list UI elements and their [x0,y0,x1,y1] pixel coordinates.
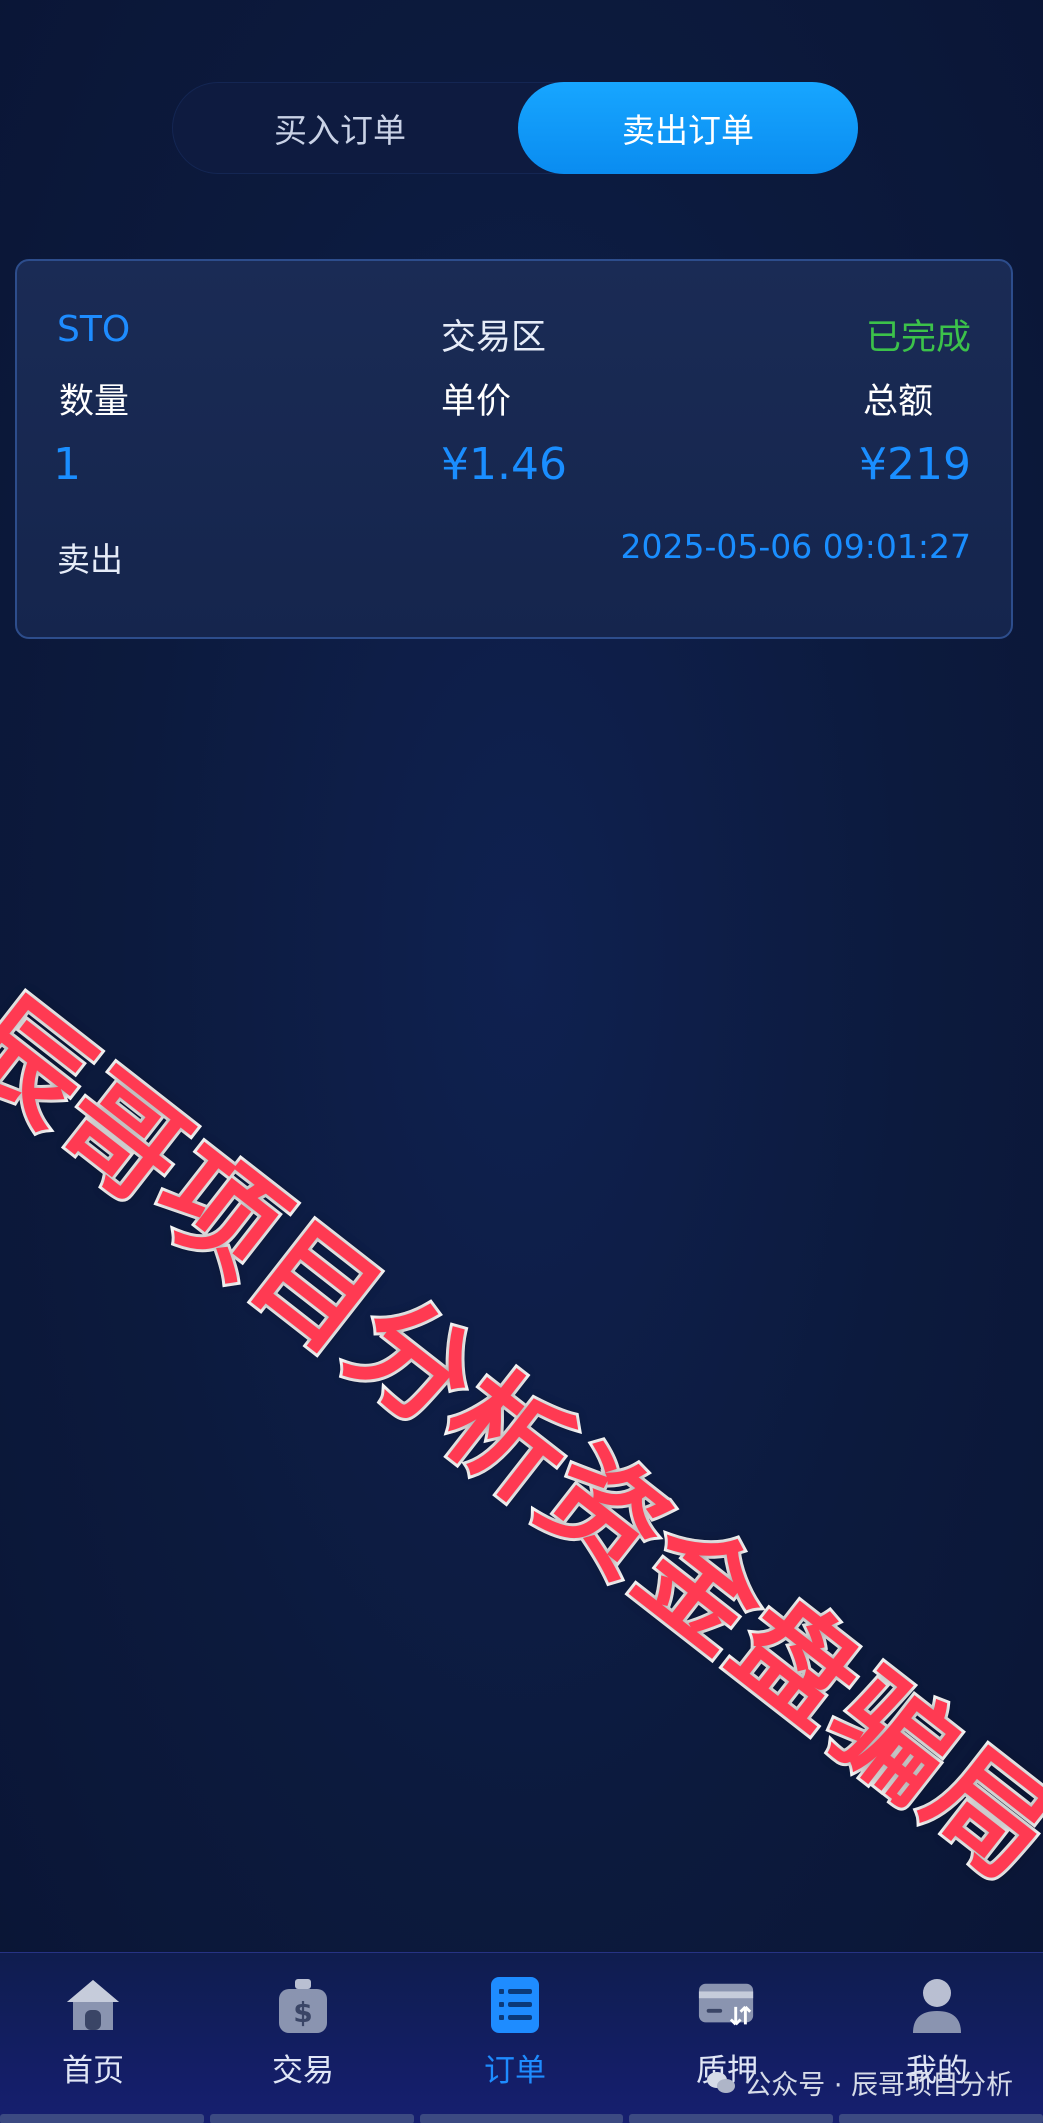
money-bag-icon: $ [273,1975,333,2035]
wechat-account-tag: 公众号 · 辰哥项目分析 [706,2063,1013,2102]
order-type-tabs: 买入订单 卖出订单 [172,82,858,174]
home-icon [63,1975,123,2035]
order-pair: STO [57,309,131,350]
wechat-account-text: 公众号 · 辰哥项目分析 [744,2070,1013,2101]
order-zone: 交易区 [441,318,547,358]
price-value: ¥1.46 [441,439,567,490]
quantity-label: 数量 [59,382,130,422]
status-badge: 已完成 [865,318,971,358]
nav-item-home[interactable]: 首页 [18,1975,168,2095]
total-label: 总额 [862,382,933,422]
nav-label-orders: 订单 [484,2053,546,2089]
wechat-icon [707,2071,736,2093]
bottom-nav: 首页 $ 交易 订单 质押 我的 公众号 · 辰哥项目分析 [0,1952,1043,2123]
order-timestamp: 2025-05-06 09:01:27 [620,527,971,566]
tab-buy-orders[interactable]: 买入订单 [172,82,508,174]
nav-item-orders[interactable]: 订单 [440,1975,590,2095]
pledge-card-icon [697,1975,757,2035]
nav-label-home: 首页 [62,2053,124,2089]
svg-text:$: $ [293,1996,312,2029]
order-screen: 买入订单 卖出订单 STO 交易区 已完成 数量 单价 总额 1 ¥1.46 ¥… [0,0,1043,2123]
price-label: 单价 [441,382,512,422]
watermark-overlay: 辰哥项目分析资金盘骗局 [0,968,1043,1909]
nav-item-trade[interactable]: $ 交易 [228,1975,378,2095]
order-list-icon [485,1975,545,2035]
order-side-label: 卖出 [57,540,123,579]
order-card[interactable]: STO 交易区 已完成 数量 单价 总额 1 ¥1.46 ¥219 卖出 202… [15,259,1013,639]
quantity-value: 1 [53,439,81,490]
nav-label-trade: 交易 [272,2053,334,2089]
user-icon [907,1975,967,2035]
total-value: ¥219 [859,439,971,490]
tab-sell-orders[interactable]: 卖出订单 [518,82,858,174]
gesture-bar [0,2114,1043,2123]
